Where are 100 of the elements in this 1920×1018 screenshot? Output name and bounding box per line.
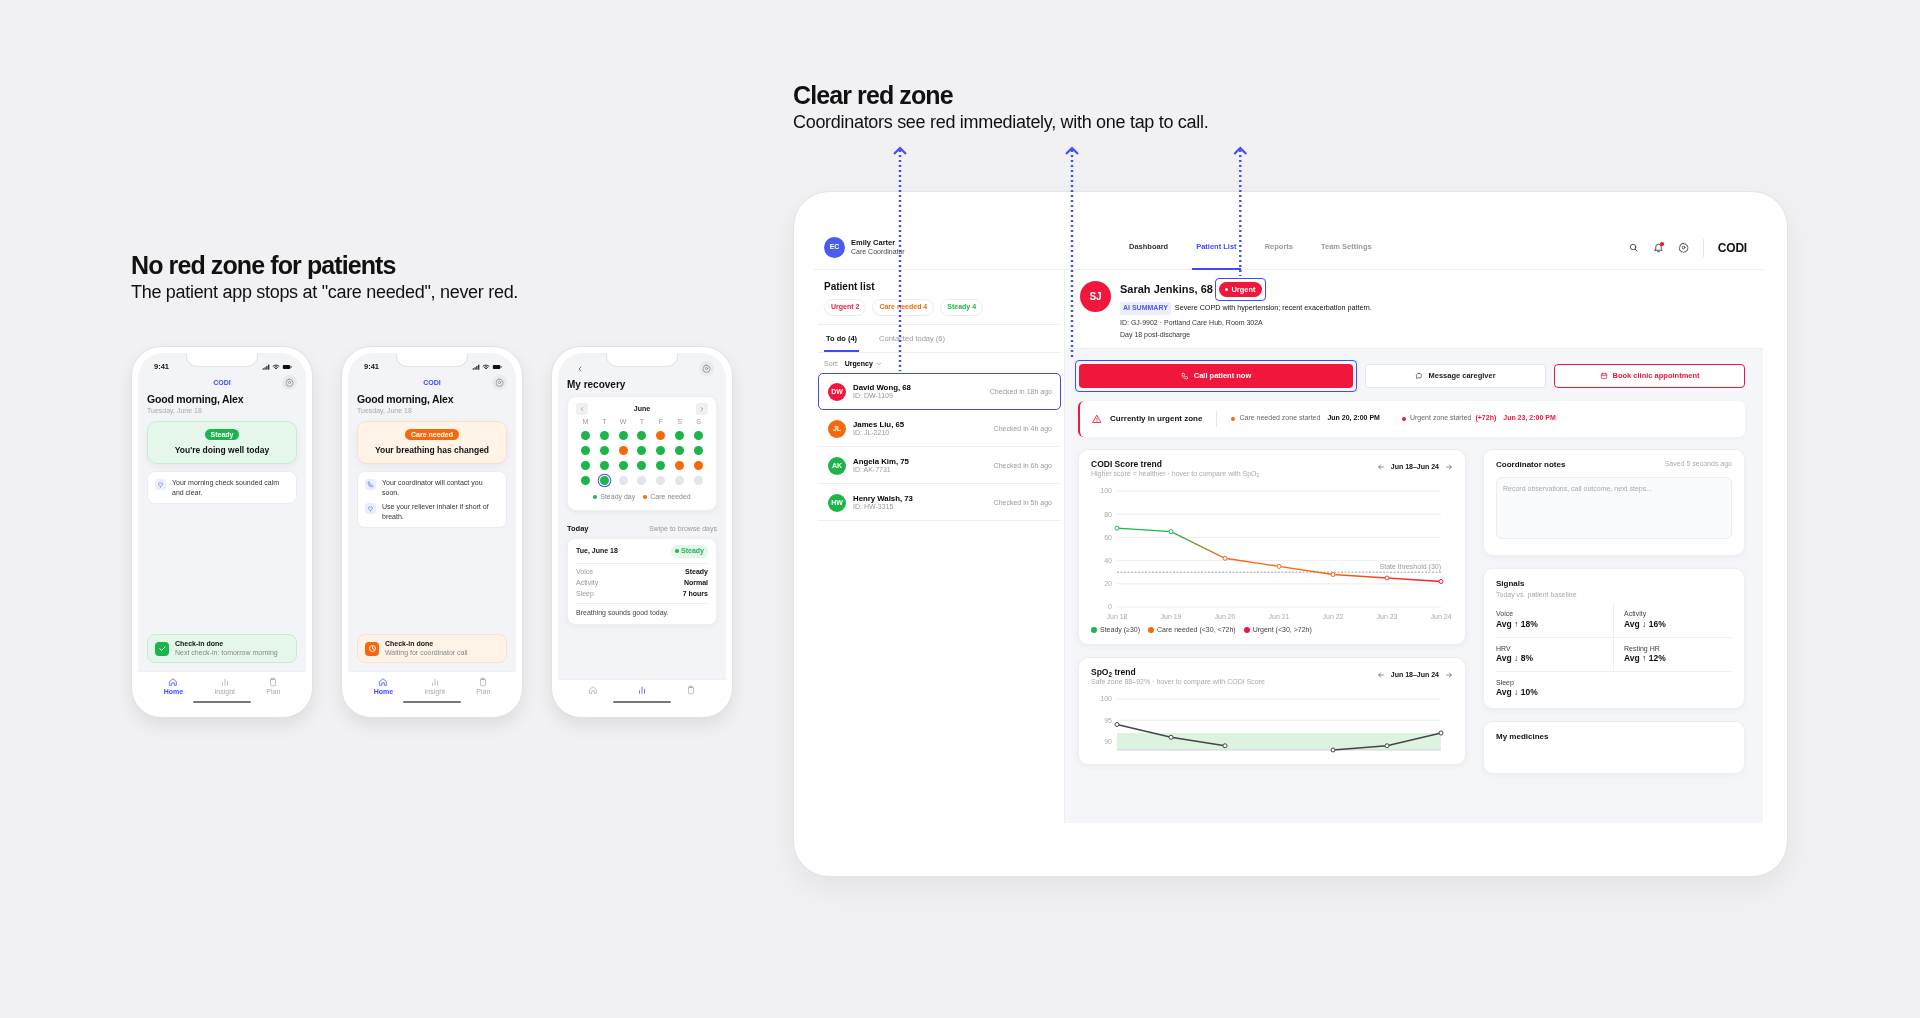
arrow-right-icon bbox=[1445, 462, 1453, 471]
warning-icon bbox=[1092, 413, 1102, 424]
chat-bubble-icon bbox=[1415, 371, 1424, 380]
day-dot[interactable] bbox=[694, 461, 704, 470]
day-dot[interactable] bbox=[637, 446, 647, 455]
day-dot[interactable] bbox=[637, 431, 647, 440]
day-dot[interactable] bbox=[675, 476, 685, 485]
day-dot[interactable] bbox=[580, 446, 590, 455]
day-dot[interactable] bbox=[656, 476, 666, 485]
day-dot[interactable] bbox=[656, 431, 666, 440]
wifi-icon bbox=[272, 362, 280, 371]
day-dot[interactable] bbox=[675, 431, 685, 440]
next-month-button[interactable] bbox=[696, 403, 708, 415]
signal-value: Avg ↓ 16% bbox=[1624, 618, 1667, 630]
home-icon bbox=[168, 677, 179, 687]
clipboard-icon bbox=[686, 685, 697, 695]
status-message: You're doing well today bbox=[174, 444, 270, 456]
heart-icon bbox=[367, 505, 374, 513]
heart-icon bbox=[157, 481, 164, 489]
arrow-right-icon bbox=[1445, 671, 1453, 680]
day-dot[interactable] bbox=[580, 476, 590, 485]
bar-chart-icon bbox=[429, 677, 440, 687]
signal-icon bbox=[472, 362, 480, 371]
next-range-button[interactable] bbox=[1445, 671, 1453, 680]
day-dot[interactable] bbox=[618, 446, 628, 455]
caret-icon bbox=[875, 361, 882, 367]
previous-range-button[interactable] bbox=[1376, 462, 1385, 471]
calendar-icon bbox=[1599, 371, 1608, 380]
section-heading: Clear red zone bbox=[793, 80, 954, 110]
day-dot[interactable] bbox=[599, 476, 609, 485]
tab-bar-item[interactable] bbox=[637, 685, 647, 695]
data-point bbox=[1438, 578, 1444, 584]
greeting: Good morning, Alex bbox=[147, 393, 245, 406]
check-icon bbox=[157, 644, 167, 654]
data-point bbox=[1222, 743, 1228, 749]
data-point bbox=[1168, 734, 1174, 740]
section-heading: No red zone for patients bbox=[131, 250, 397, 280]
clipboard-icon bbox=[268, 677, 279, 687]
bar-chart-icon bbox=[637, 685, 647, 695]
data-point bbox=[1276, 563, 1282, 569]
day-dot[interactable] bbox=[675, 446, 685, 455]
bar-chart-icon bbox=[219, 677, 230, 687]
home-icon bbox=[378, 677, 389, 687]
data-point bbox=[1330, 747, 1336, 753]
day-dot[interactable] bbox=[656, 446, 666, 455]
patient-avatar: SJ bbox=[1080, 281, 1111, 312]
tab-bar-item[interactable] bbox=[587, 685, 598, 695]
notifications-button[interactable] bbox=[1652, 242, 1664, 253]
day-dot[interactable] bbox=[656, 461, 666, 470]
alert-title: Currently in urgent zone bbox=[1110, 412, 1203, 425]
settings-icon bbox=[495, 378, 504, 387]
data-point bbox=[1384, 743, 1390, 749]
chevron-right-icon bbox=[699, 406, 705, 412]
day-dot[interactable] bbox=[694, 446, 704, 455]
home-indicator bbox=[193, 701, 251, 703]
status-message: Your breathing has changed bbox=[374, 444, 490, 456]
day-dot[interactable] bbox=[618, 476, 628, 485]
day-dot[interactable] bbox=[580, 461, 590, 470]
day-dot[interactable] bbox=[637, 476, 647, 485]
previous-month-button[interactable] bbox=[576, 403, 588, 415]
signal-value: Avg ↑ 12% bbox=[1624, 652, 1667, 664]
brand-logo: CODI bbox=[1717, 239, 1747, 257]
signal-icon bbox=[262, 362, 270, 371]
clipboard-icon bbox=[478, 677, 489, 687]
next-range-button[interactable] bbox=[1445, 462, 1453, 471]
screen-title: My recovery bbox=[567, 379, 627, 391]
day-dot[interactable] bbox=[599, 446, 609, 455]
card-title: Coordinator notes bbox=[1496, 458, 1566, 471]
settings-icon bbox=[1677, 242, 1689, 253]
search-button[interactable] bbox=[1627, 242, 1639, 253]
settings-button[interactable] bbox=[1677, 242, 1689, 253]
data-point bbox=[1384, 575, 1390, 581]
data-point bbox=[1168, 528, 1174, 534]
signal-value: Avg ↓ 8% bbox=[1496, 652, 1534, 664]
day-dot[interactable] bbox=[618, 431, 628, 440]
phone-icon bbox=[367, 481, 374, 489]
data-point bbox=[1114, 722, 1120, 728]
chart-title: CODI Score trend bbox=[1091, 458, 1163, 469]
data-point bbox=[1330, 571, 1336, 577]
home-indicator bbox=[403, 701, 461, 703]
day-dot[interactable] bbox=[675, 461, 685, 470]
greeting: Good morning, Alex bbox=[357, 393, 455, 406]
chevron-left-icon bbox=[579, 406, 585, 412]
day-dot[interactable] bbox=[580, 431, 590, 440]
signal-value: Avg ↑ 18% bbox=[1496, 618, 1539, 630]
panel-title: Patient list bbox=[824, 281, 876, 293]
day-dot[interactable] bbox=[694, 476, 704, 485]
day-dot[interactable] bbox=[599, 431, 609, 440]
tab-bar-item[interactable] bbox=[686, 685, 697, 695]
patient-name: Sarah Jenkins, 68 bbox=[1120, 282, 1213, 298]
day-dot[interactable] bbox=[694, 431, 704, 440]
day-dot[interactable] bbox=[618, 461, 628, 470]
data-point bbox=[1438, 730, 1444, 736]
day-dot[interactable] bbox=[599, 461, 609, 470]
day-dot[interactable] bbox=[637, 461, 647, 470]
previous-range-button[interactable] bbox=[1376, 671, 1385, 680]
chart-title: SpO$_{2}$ trend bbox=[1091, 667, 1137, 678]
section-subtitle: The patient app stops at "care needed", never red. bbox=[131, 281, 520, 304]
settings-icon bbox=[285, 378, 294, 387]
section-subtitle: Coordinators see red immediately, with one tap to call. bbox=[793, 111, 1210, 134]
